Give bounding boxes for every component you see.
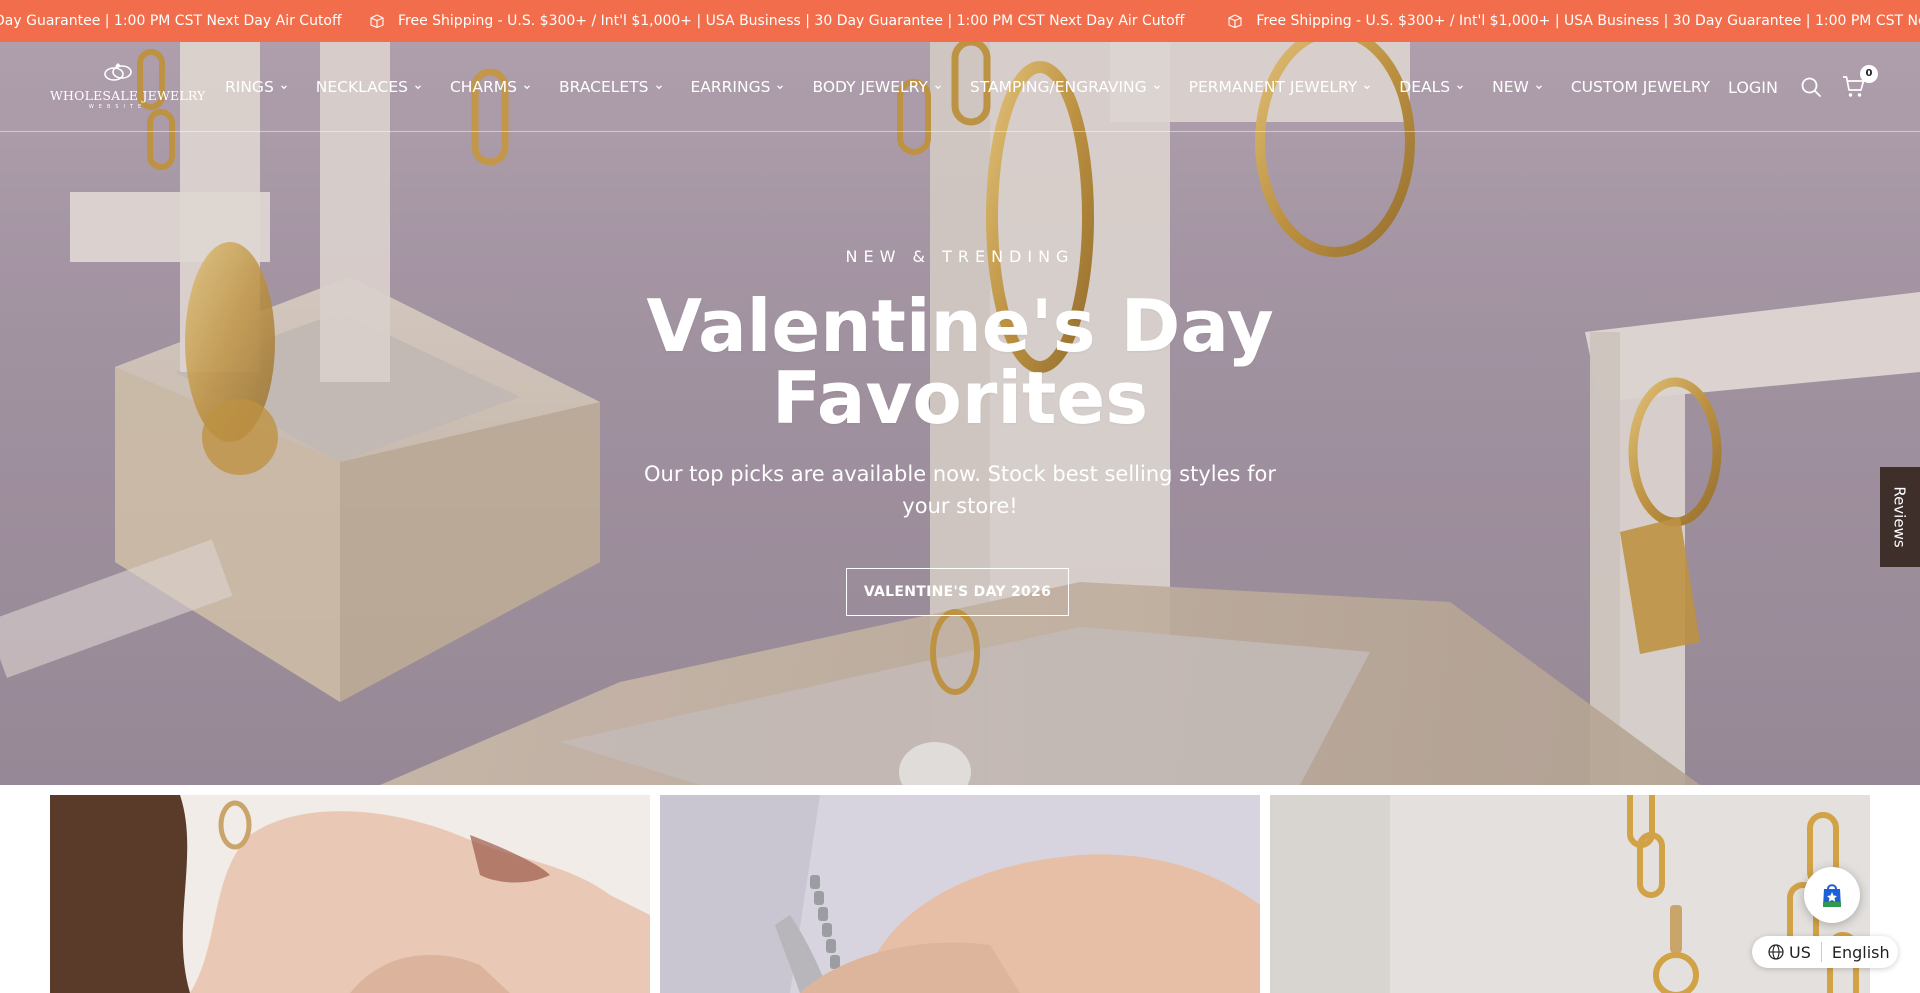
reviews-tab-label: Reviews (1891, 486, 1909, 548)
hero-headline-line1: Valentine's Day (646, 284, 1274, 368)
locale-selector[interactable]: US English (1752, 936, 1898, 968)
hero-headline-line2: Favorites (771, 356, 1149, 440)
announcement-text: Free Shipping - U.S. $300+ / Int'l $1,00… (1256, 13, 1920, 29)
shopping-bag-icon (1823, 884, 1841, 907)
hero-cta-button[interactable]: VALENTINE'S DAY 2026 (846, 568, 1069, 616)
earrings-model-image (50, 795, 650, 993)
collection-tile[interactable] (50, 795, 650, 993)
box-icon (370, 14, 384, 28)
announcement-text: Free Shipping - U.S. $300+ / Int'l $1,00… (398, 13, 1185, 29)
announcement-item: Free Shipping - U.S. $300+ / Int'l $1,00… (370, 13, 1184, 29)
hero-eyebrow: NEW & TRENDING (845, 247, 1075, 266)
announcement-item: Free Shipping - U.S. $300+ / Int'l $1,00… (1228, 13, 1920, 29)
reviews-tab[interactable]: Reviews (1880, 467, 1920, 567)
box-icon (1228, 14, 1242, 28)
globe-icon (1768, 944, 1784, 960)
bracelet-model-image (660, 795, 1260, 993)
announcement-text: Day Guarantee | 1:00 PM CST Next Day Air… (0, 13, 342, 29)
hero-content: NEW & TRENDING Valentine's Day Favorites… (0, 42, 1920, 785)
hero-subheading: Our top picks are available now. Stock b… (644, 462, 1276, 518)
shop-app-button[interactable] (1804, 867, 1860, 923)
hero-headline: Valentine's Day Favorites (560, 290, 1360, 434)
locale-language: English (1831, 942, 1890, 962)
locale-divider (1820, 942, 1822, 962)
locale-country: US (1789, 942, 1811, 962)
collection-tiles (50, 795, 1870, 993)
announcement-bar: Day Guarantee | 1:00 PM CST Next Day Air… (0, 0, 1920, 42)
collection-tile[interactable] (660, 795, 1260, 993)
